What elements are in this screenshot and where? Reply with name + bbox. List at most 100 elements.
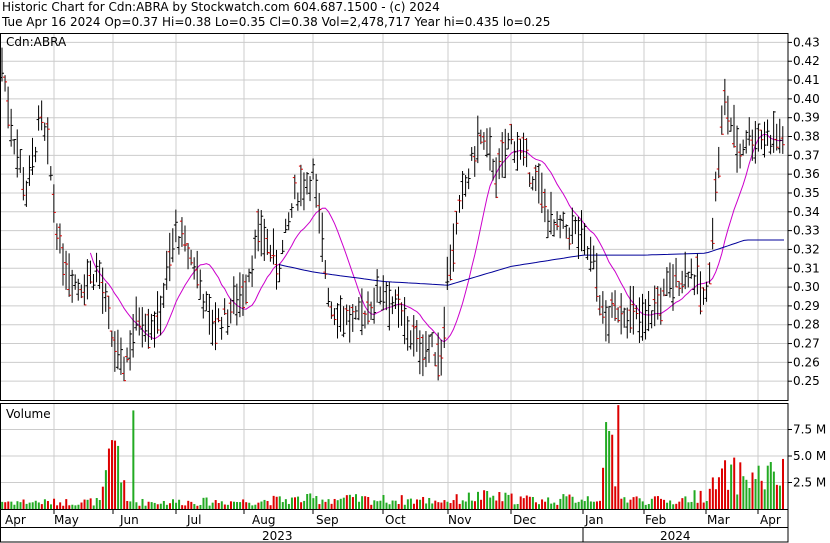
volume-bar <box>477 491 479 509</box>
volume-bar <box>559 498 562 509</box>
volume-bar <box>663 499 666 509</box>
volume-bar <box>467 492 470 509</box>
volume-bar <box>565 496 568 509</box>
volume-bar <box>708 488 711 509</box>
volume-bar <box>19 502 22 509</box>
volume-bar <box>495 500 498 509</box>
volume-bar <box>538 504 540 509</box>
price-bar <box>674 257 679 288</box>
price-tick-label: 0.30 <box>793 280 820 294</box>
volume-bar <box>425 503 428 509</box>
volume-bar <box>550 503 553 509</box>
price-bar <box>30 137 35 176</box>
volume-bar <box>772 471 775 509</box>
volume-bar <box>168 503 171 509</box>
volume-bar <box>208 505 211 509</box>
price-bar <box>549 191 553 235</box>
volume-bar <box>43 499 46 509</box>
price-tick-label: 0.41 <box>793 73 820 87</box>
price-bar <box>48 166 53 181</box>
price-bar <box>698 271 703 315</box>
volume-bar <box>315 496 318 509</box>
volume-bar <box>595 501 598 509</box>
price-bar <box>427 334 431 363</box>
volume-bar <box>629 499 632 509</box>
price-bar <box>222 298 227 315</box>
volume-bar <box>470 500 473 509</box>
year-label: 2023 <box>262 529 293 543</box>
volume-bar <box>135 502 138 509</box>
volume-bar <box>172 499 174 509</box>
volume-bar <box>80 502 83 509</box>
volume-bar <box>294 497 296 509</box>
volume-bar <box>7 501 10 509</box>
volume-bar <box>147 501 150 509</box>
volume-bar <box>156 504 159 509</box>
price-bar <box>664 267 669 297</box>
volume-bar <box>519 496 522 509</box>
volume-bar <box>644 504 647 509</box>
volume-bar <box>330 503 333 509</box>
volume-tick-label: 7.5 M <box>793 423 826 437</box>
volume-bar <box>525 495 528 509</box>
volume-bar <box>364 496 367 509</box>
volume-bar <box>577 501 580 509</box>
volume-bar <box>632 497 635 509</box>
volume-bar <box>431 503 434 509</box>
price-bar <box>173 209 178 243</box>
volume-bar <box>617 405 620 509</box>
price-bar <box>94 252 99 283</box>
volume-bar <box>656 496 659 509</box>
volume-bar <box>306 494 309 509</box>
price-bar <box>518 138 523 160</box>
price-panel-frame <box>0 33 789 401</box>
price-bar <box>457 195 462 213</box>
volume-tick-label: 5.0 M <box>793 449 826 463</box>
price-bar <box>597 295 602 316</box>
price-tick-label: 0.38 <box>793 130 820 144</box>
price-tick-label: 0.37 <box>793 148 820 162</box>
volume-bar <box>138 505 141 509</box>
volume-bar <box>187 500 190 509</box>
volume-bar <box>623 497 626 509</box>
short-moving-average-line <box>89 133 783 343</box>
price-bar <box>545 209 550 239</box>
volume-bar <box>412 503 415 509</box>
volume-bar <box>257 502 260 509</box>
volume-bar <box>492 495 495 509</box>
price-bar <box>777 118 782 154</box>
volume-bar <box>65 499 68 509</box>
volume-bar <box>50 504 52 509</box>
volume-bar <box>592 501 595 509</box>
price-bar <box>268 244 273 262</box>
volume-bar <box>635 496 638 509</box>
volume-bar <box>702 502 705 509</box>
price-bar <box>460 170 465 210</box>
volume-bar <box>589 501 592 509</box>
volume-bar <box>681 498 684 509</box>
price-bar <box>170 228 175 263</box>
volume-bar <box>4 502 7 509</box>
price-bar <box>295 192 300 211</box>
month-label: Feb <box>645 513 666 527</box>
price-bar <box>305 171 309 195</box>
price-bar <box>524 138 529 168</box>
price-bar <box>332 308 337 326</box>
volume-bar <box>586 496 589 509</box>
volume-bar <box>464 501 467 509</box>
volume-bar <box>358 501 361 509</box>
price-tick-label: 0.43 <box>793 35 820 49</box>
volume-bar <box>409 498 412 509</box>
volume-bar <box>754 479 757 509</box>
price-bar <box>625 307 630 339</box>
price-bar <box>164 250 169 290</box>
price-bar <box>750 129 755 161</box>
volume-bar <box>489 497 492 509</box>
price-bar <box>759 129 764 150</box>
volume-bar <box>516 503 519 509</box>
volume-bar <box>522 498 525 509</box>
volume-bar <box>37 502 40 509</box>
volume-bar <box>751 472 754 509</box>
volume-bar <box>202 497 205 509</box>
volume-bar <box>62 505 65 509</box>
